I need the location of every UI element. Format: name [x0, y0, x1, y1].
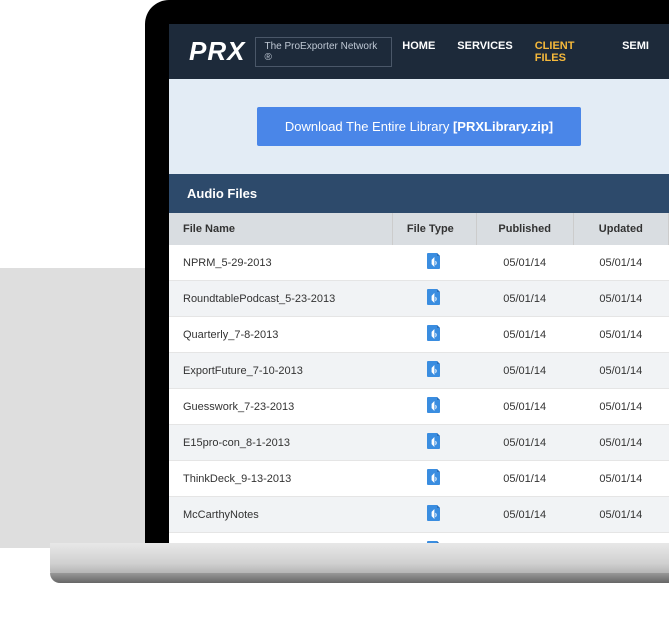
col-header-published[interactable]: Published [476, 213, 573, 245]
published-date: 05/01/14 [476, 497, 573, 533]
file-name-link[interactable]: RoundtablePodcast_5-23-2013 [169, 281, 392, 317]
table-header-row: File Name File Type Published Updated [169, 213, 669, 245]
file-name-link[interactable]: NPRM_5-29-2013 [169, 245, 392, 281]
file-type-cell [392, 353, 476, 389]
audio-file-icon[interactable] [427, 469, 441, 485]
updated-date: 05/01/14 [573, 497, 668, 533]
primary-nav: HOME SERVICES CLIENT FILES SEMI [402, 40, 649, 64]
published-date: 05/01/14 [476, 353, 573, 389]
file-type-cell [392, 281, 476, 317]
table-row: Quarterly_7-8-2013 05/01/1405/01/14 [169, 317, 669, 353]
download-library-button[interactable]: Download The Entire Library [PRXLibrary.… [257, 107, 581, 146]
file-type-cell [392, 317, 476, 353]
laptop-bezel: PRX The ProExporter Network ® HOME SERVI… [145, 0, 669, 547]
section-title: Audio Files [169, 174, 669, 213]
site-header: PRX The ProExporter Network ® HOME SERVI… [169, 24, 669, 79]
published-date: 05/01/14 [476, 461, 573, 497]
file-type-cell [392, 461, 476, 497]
published-date: 05/01/14 [476, 245, 573, 281]
file-name-link[interactable]: E15pro-con_8-1-2013 [169, 425, 392, 461]
updated-date: 05/01/14 [573, 353, 668, 389]
file-type-cell [392, 245, 476, 281]
logo[interactable]: PRX [189, 36, 245, 67]
audio-file-icon[interactable] [427, 361, 441, 377]
published-date: 05/01/14 [476, 317, 573, 353]
file-type-cell [392, 425, 476, 461]
table-row: ExportFuture_7-10-2013 05/01/1405/01/14 [169, 353, 669, 389]
published-date: 05/01/14 [476, 281, 573, 317]
table-row: E15pro-con_8-1-2013 05/01/1405/01/14 [169, 425, 669, 461]
col-header-type[interactable]: File Type [392, 213, 476, 245]
file-name-link[interactable]: ExportFuture_7-10-2013 [169, 353, 392, 389]
published-date: 05/01/14 [476, 425, 573, 461]
audio-file-icon[interactable] [427, 253, 441, 269]
updated-date: 05/01/14 [573, 317, 668, 353]
table-row: ThinkDeck_9-13-2013 05/01/1405/01/14 [169, 461, 669, 497]
audio-file-icon[interactable] [427, 397, 441, 413]
download-banner: Download The Entire Library [PRXLibrary.… [169, 79, 669, 174]
published-date: 05/01/14 [476, 389, 573, 425]
table-row: NPRM_5-29-2013 05/01/1405/01/14 [169, 245, 669, 281]
updated-date: 05/01/14 [573, 245, 668, 281]
audio-file-icon[interactable] [427, 325, 441, 341]
nav-services[interactable]: SERVICES [457, 40, 512, 64]
nav-client-files[interactable]: CLIENT FILES [535, 40, 600, 64]
file-name-link[interactable]: Guesswork_7-23-2013 [169, 389, 392, 425]
audio-file-icon[interactable] [427, 505, 441, 521]
audio-file-icon[interactable] [427, 289, 441, 305]
file-type-cell [392, 497, 476, 533]
file-type-cell [392, 389, 476, 425]
table-row: RoundtablePodcast_5-23-2013 05/01/1405/01… [169, 281, 669, 317]
screen: PRX The ProExporter Network ® HOME SERVI… [169, 24, 669, 547]
table-row: Guesswork_7-23-2013 05/01/1405/01/14 [169, 389, 669, 425]
tagline: The ProExporter Network ® [255, 37, 392, 67]
updated-date: 05/01/14 [573, 461, 668, 497]
file-name-link[interactable]: McCarthyNotes [169, 497, 392, 533]
updated-date: 05/01/14 [573, 389, 668, 425]
col-header-updated[interactable]: Updated [573, 213, 668, 245]
nav-home[interactable]: HOME [402, 40, 435, 64]
audio-file-icon[interactable] [427, 433, 441, 449]
updated-date: 05/01/14 [573, 281, 668, 317]
file-name-link[interactable]: Quarterly_7-8-2013 [169, 317, 392, 353]
nav-seminars[interactable]: SEMI [622, 40, 649, 64]
file-name-link[interactable]: ThinkDeck_9-13-2013 [169, 461, 392, 497]
files-table: File Name File Type Published Updated NP… [169, 213, 669, 547]
col-header-name[interactable]: File Name [169, 213, 392, 245]
laptop-base [50, 543, 669, 577]
table-row: McCarthyNotes 05/01/1405/01/14 [169, 497, 669, 533]
download-label-prefix: Download The Entire Library [285, 119, 453, 134]
updated-date: 05/01/14 [573, 425, 668, 461]
download-label-filename: [PRXLibrary.zip] [453, 119, 553, 134]
decorative-shadow [0, 268, 148, 548]
